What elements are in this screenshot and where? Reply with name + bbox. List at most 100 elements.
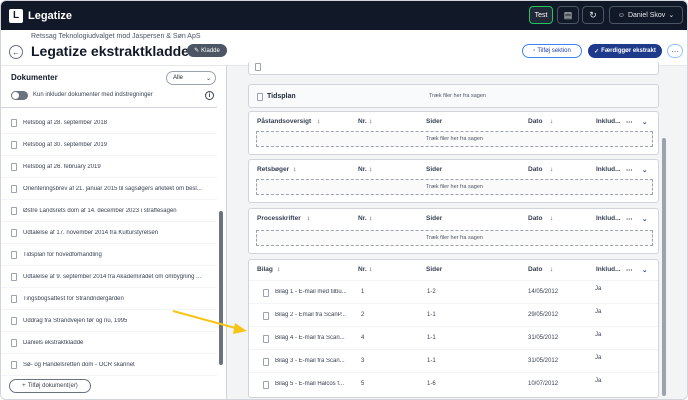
section-header: Processkrifter ↕ Nr. ↕ Sider Dato ↓ Inkl… [249, 209, 658, 229]
chevron-down-icon[interactable]: ⌄ [642, 215, 647, 223]
sidebar-scrollbar[interactable] [219, 211, 223, 365]
list-item[interactable]: Udtalelse af 9. september 2014 fra Akade… [1, 266, 217, 288]
sort-icon[interactable]: ↕ [369, 166, 372, 173]
row-nr: 3 [361, 358, 365, 364]
sort-icon[interactable]: ↓ [550, 215, 553, 222]
row-name: Bilag 5 - E-mail Halcos f... [275, 381, 345, 387]
sort-icon[interactable]: ↕ [293, 166, 296, 173]
chevron-down-icon[interactable]: ⌄ [642, 266, 647, 274]
list-item[interactable]: Retsbog af 30. september 2019 [1, 134, 217, 156]
list-item[interactable]: Retsbog af 26. february 2019 [1, 156, 217, 178]
app-name[interactable]: Legatize [28, 10, 72, 22]
column-nr[interactable]: Nr. [358, 118, 367, 125]
sort-icon[interactable]: ↓ [550, 118, 553, 125]
info-icon[interactable]: i [205, 91, 214, 100]
sort-icon[interactable]: ↓ [550, 166, 553, 173]
back-arrow-icon: ← [12, 47, 20, 57]
finish-extract-button[interactable]: ✓ Færdiggør ekstrakt [588, 44, 662, 58]
list-item[interactable]: Orienteringsbrev af 21. januar 2015 til … [1, 178, 217, 200]
pencil-icon: ✎ [194, 48, 200, 54]
more-options-button[interactable]: ··· [667, 44, 683, 58]
strikethrough-filter-toggle[interactable] [11, 91, 28, 100]
main-scrollbar[interactable] [662, 138, 666, 396]
test-environment-badge[interactable]: Test [529, 6, 553, 24]
row-date: 10/07/2012 [528, 381, 559, 387]
table-row[interactable]: Bilag 2 - Email fra ScanP... 2 1-1 29/05… [249, 303, 658, 326]
more-icon[interactable]: ⋯ [626, 215, 633, 223]
row-date: 31/05/2012 [528, 335, 559, 341]
column-inkluder[interactable]: Inklud... [596, 166, 621, 173]
column-inkluder[interactable]: Inklud... [596, 118, 621, 125]
sort-icon[interactable]: ↕ [369, 118, 372, 125]
row-nr: 5 [361, 381, 365, 387]
check-icon: ✓ [594, 48, 600, 55]
document-icon [11, 316, 17, 325]
section-title: Retsbøger [257, 166, 290, 173]
table-row[interactable]: Bilag 3 - E-mail fra Scan... 3 1-1 31/05… [249, 349, 658, 372]
document-icon [11, 294, 17, 303]
row-nr: 2 [361, 312, 365, 318]
sort-icon[interactable]: ↕ [277, 266, 280, 273]
drop-zone[interactable]: Træk filer her fra sagen [256, 230, 653, 246]
row-name: Bilag 4 - E-mail fra Scan... [275, 335, 345, 341]
user-icon: ☺ [617, 11, 625, 19]
sort-icon[interactable]: ↕ [369, 215, 372, 222]
column-sider[interactable]: Sider [426, 266, 442, 273]
drop-zone[interactable]: Træk filer her fra sagen [256, 179, 653, 195]
column-nr[interactable]: Nr. [358, 266, 367, 273]
document-icon [11, 184, 17, 193]
tidsplan-drop-zone[interactable]: Træk filer her fra sagen [429, 93, 486, 99]
annotation-arrow-icon [172, 309, 247, 334]
add-section-button[interactable]: ▫ Tilføj sektion [522, 44, 582, 58]
more-icon[interactable]: ⋯ [626, 166, 633, 174]
tidsplan-section[interactable]: Tidsplan Træk filer her fra sagen [248, 84, 659, 108]
notifications-button[interactable]: ▤ [557, 6, 579, 24]
logo-icon: L [9, 8, 23, 23]
list-item[interactable]: Tidsplan for hovedforhandling [1, 244, 217, 266]
more-icon[interactable]: ⋯ [626, 118, 633, 126]
refresh-button[interactable]: ↻ [582, 6, 604, 24]
add-document-button[interactable]: + Tilføj dokument(er) [9, 379, 91, 393]
user-menu-button[interactable]: ☺ Daniel Skov ⌄ [609, 6, 683, 24]
list-item[interactable]: Retsbog af 28. september 2018 [1, 112, 217, 134]
column-dato[interactable]: Dato [528, 266, 542, 273]
more-icon[interactable]: ⋯ [626, 266, 633, 274]
table-row[interactable]: Bilag 1 - E-mail med tilbu... 1 1-2 14/0… [249, 280, 658, 303]
list-item[interactable]: Udtalelse af 17. november 2014 fra Kultu… [1, 222, 217, 244]
column-dato[interactable]: Dato [528, 166, 542, 173]
row-nr: 4 [361, 335, 365, 341]
document-icon [257, 93, 263, 101]
chevron-down-icon[interactable]: ⌄ [642, 118, 647, 126]
table-row[interactable]: Bilag 4 - E-mail fra Scan... 4 1-1 31/05… [249, 326, 658, 349]
table-row[interactable]: Bilag 5 - E-mail Halcos f... 5 1-6 10/07… [249, 372, 658, 395]
document-filter-select[interactable]: Alle ⌄ [166, 71, 216, 85]
column-dato[interactable]: Dato [528, 215, 542, 222]
sort-icon[interactable]: ↕ [307, 215, 310, 222]
column-sider[interactable]: Sider [426, 118, 442, 125]
sort-icon[interactable]: ↕ [369, 266, 372, 273]
case-subtitle: Retssag Teknologiudvalget mod Jaspersen … [31, 33, 201, 40]
sort-icon[interactable]: ↓ [550, 266, 553, 273]
column-inkluder[interactable]: Inklud... [596, 266, 621, 273]
document-icon [11, 272, 17, 281]
column-sider[interactable]: Sider [426, 215, 442, 222]
column-sider[interactable]: Sider [426, 166, 442, 173]
list-item[interactable]: Tingsbogsattest for Strandridergården [1, 288, 217, 310]
add-document-label: Tilføj dokument(er) [27, 383, 78, 389]
sort-icon[interactable]: ↕ [317, 118, 320, 125]
row-date: 29/05/2012 [528, 312, 559, 318]
list-item[interactable]: Sø- og Handelsretten dom - OCR skannet [1, 354, 217, 376]
document-icon [11, 250, 17, 259]
column-dato[interactable]: Dato [528, 118, 542, 125]
sidebar-title: Dokumenter [11, 73, 58, 82]
draft-badge-label: Kladde [201, 47, 220, 54]
document-icon [11, 338, 17, 347]
list-item[interactable]: Østre Landsrets dom af 14. december 2023… [1, 200, 217, 222]
column-nr[interactable]: Nr. [358, 166, 367, 173]
user-name: Daniel Skov [627, 11, 666, 19]
back-button[interactable]: ← [9, 45, 23, 59]
column-nr[interactable]: Nr. [358, 215, 367, 222]
column-inkluder[interactable]: Inklud... [596, 215, 621, 222]
drop-zone[interactable]: Træk filer her fra sagen [256, 131, 653, 147]
chevron-down-icon[interactable]: ⌄ [642, 166, 647, 174]
